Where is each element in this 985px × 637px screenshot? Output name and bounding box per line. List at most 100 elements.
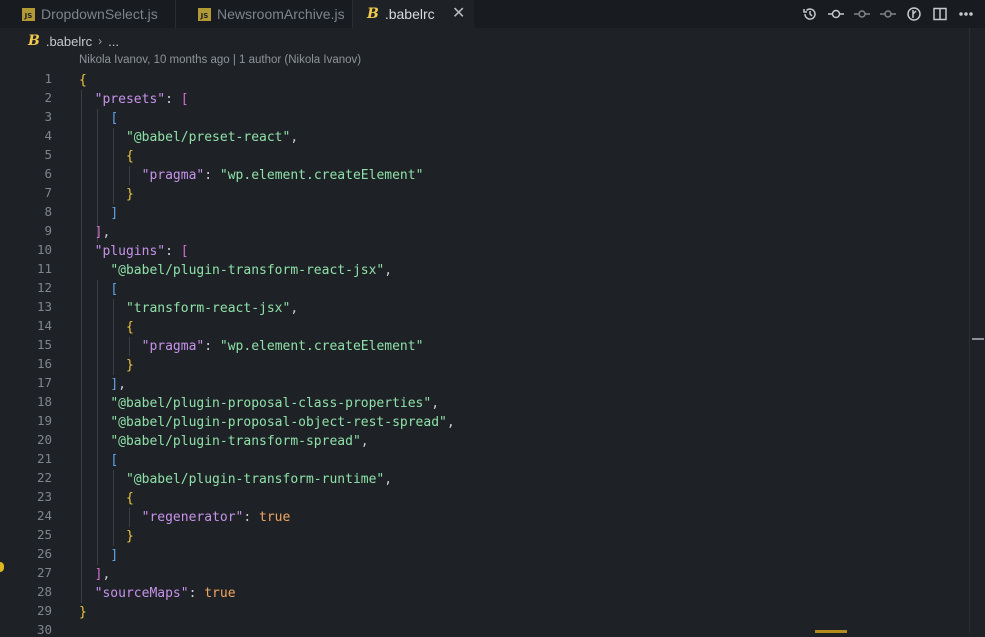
json-string: "@babel/plugin-proposal-class-properties… (110, 396, 432, 411)
code-line-2: "presets": [ (79, 90, 189, 109)
line-number: 16 (36, 356, 52, 371)
line-number: 7 (44, 185, 52, 200)
colon: : (243, 510, 260, 525)
line-number: 25 (36, 527, 52, 542)
comma: , (102, 567, 111, 582)
code-line-27: ], (79, 565, 111, 584)
json-string: "wp.element.createElement" (219, 168, 424, 183)
editor-tab-bar: JS DropdownSelect.js JS NewsroomArchive.… (0, 0, 985, 28)
breadcrumb-symbols[interactable]: ... (108, 34, 119, 49)
breadcrumb-file[interactable]: .babelrc (46, 34, 92, 49)
bracket: ] (110, 377, 119, 392)
code-line-18: "@babel/plugin-proposal-class-properties… (79, 394, 439, 413)
code-line-5: { (79, 147, 134, 166)
history-icon[interactable] (801, 4, 819, 24)
next-change-icon[interactable] (879, 4, 897, 24)
colon: : (204, 339, 220, 354)
babel-file-icon: B (367, 6, 379, 22)
line-number: 9 (44, 223, 52, 238)
more-actions-icon[interactable] (957, 4, 975, 24)
previous-change-icon[interactable] (853, 4, 871, 24)
code-line-4: "@babel/preset-react", (79, 128, 298, 147)
bracket: [ (180, 244, 189, 259)
json-boolean: true (259, 510, 291, 525)
json-string: "@babel/plugin-transform-runtime" (125, 472, 385, 487)
json-key: "regenerator" (141, 510, 244, 525)
git-commit-icon[interactable] (827, 4, 845, 24)
line-number: 4 (44, 128, 52, 143)
json-key: "presets" (94, 92, 166, 107)
comma: , (384, 263, 393, 278)
comma: , (118, 377, 126, 392)
overview-ruler[interactable] (969, 28, 970, 633)
chevron-right-icon: › (98, 34, 103, 48)
line-number: 11 (36, 261, 52, 276)
code-line-13: "transform-react-jsx", (79, 299, 298, 318)
line-number: 10 (36, 242, 52, 257)
code-line-22: "@babel/plugin-transform-runtime", (79, 470, 392, 489)
line-number: 22 (36, 470, 52, 485)
scroll-position-marker (972, 338, 984, 340)
bracket: [ (110, 453, 119, 468)
tab-dropdownselect[interactable]: JS DropdownSelect.js (0, 0, 176, 28)
code-line-26: ] (79, 546, 118, 565)
line-number: 23 (36, 489, 52, 504)
brace: } (125, 358, 134, 373)
code-line-1: { (79, 71, 87, 90)
breadcrumb: B .babelrc › ... (28, 32, 119, 50)
code-line-17: ], (79, 375, 126, 394)
json-key: "sourceMaps" (94, 586, 189, 601)
line-number: 26 (36, 546, 52, 561)
brace: { (79, 73, 87, 88)
json-string: "wp.element.createElement" (219, 339, 424, 354)
git-lens-icon[interactable] (905, 4, 923, 24)
comma: , (360, 434, 369, 449)
code-line-8: ] (79, 204, 118, 223)
code-line-3: [ (79, 109, 118, 128)
json-string: "@babel/plugin-transform-spread" (110, 434, 361, 449)
line-number: 6 (44, 166, 52, 181)
code-line-9: ], (79, 223, 111, 242)
colon: : (204, 168, 220, 183)
line-number: 3 (44, 109, 52, 124)
brace: { (125, 491, 134, 506)
line-number: 21 (36, 451, 52, 466)
change-indicator[interactable] (0, 562, 4, 572)
js-file-icon: JS (198, 7, 211, 21)
line-number: 18 (36, 394, 52, 409)
code-line-23: { (79, 489, 134, 508)
json-string: "@babel/preset-react" (125, 130, 291, 145)
colon: : (165, 92, 181, 107)
code-line-15: "pragma": "wp.element.createElement" (79, 337, 424, 356)
brace: { (125, 320, 134, 335)
git-blame-annotation[interactable]: Nikola Ivanov, 10 months ago | 1 author … (79, 54, 361, 66)
line-number: 15 (36, 337, 52, 352)
split-editor-icon[interactable] (931, 4, 949, 24)
colon: : (165, 244, 181, 259)
line-number: 8 (44, 204, 52, 219)
code-line-11: "@babel/plugin-transform-react-jsx", (79, 261, 392, 280)
code-line-29: } (79, 603, 87, 622)
code-line-28: "sourceMaps": true (79, 584, 236, 603)
close-tab-icon[interactable]: ✕ (452, 4, 468, 24)
code-line-24: "regenerator": true (79, 508, 291, 527)
bracket: ] (110, 206, 119, 221)
line-number: 29 (36, 603, 52, 618)
line-number: 13 (36, 299, 52, 314)
comma: , (431, 396, 440, 411)
code-line-16: } (79, 356, 134, 375)
tab-newsroomarchive[interactable]: JS NewsroomArchive.js (176, 0, 353, 28)
tab-label: .babelrc (384, 6, 435, 22)
line-number: 17 (36, 375, 52, 390)
comma: , (102, 225, 111, 240)
brace: { (125, 149, 134, 164)
line-number: 14 (36, 318, 52, 333)
brace: } (125, 187, 134, 202)
code-line-10: "plugins": [ (79, 242, 189, 261)
comma: , (290, 301, 299, 316)
json-string: "@babel/plugin-proposal-object-rest-spre… (110, 415, 447, 430)
comma: , (446, 415, 455, 430)
json-string: "transform-react-jsx" (125, 301, 291, 316)
code-line-14: { (79, 318, 134, 337)
code-line-12: [ (79, 280, 118, 299)
